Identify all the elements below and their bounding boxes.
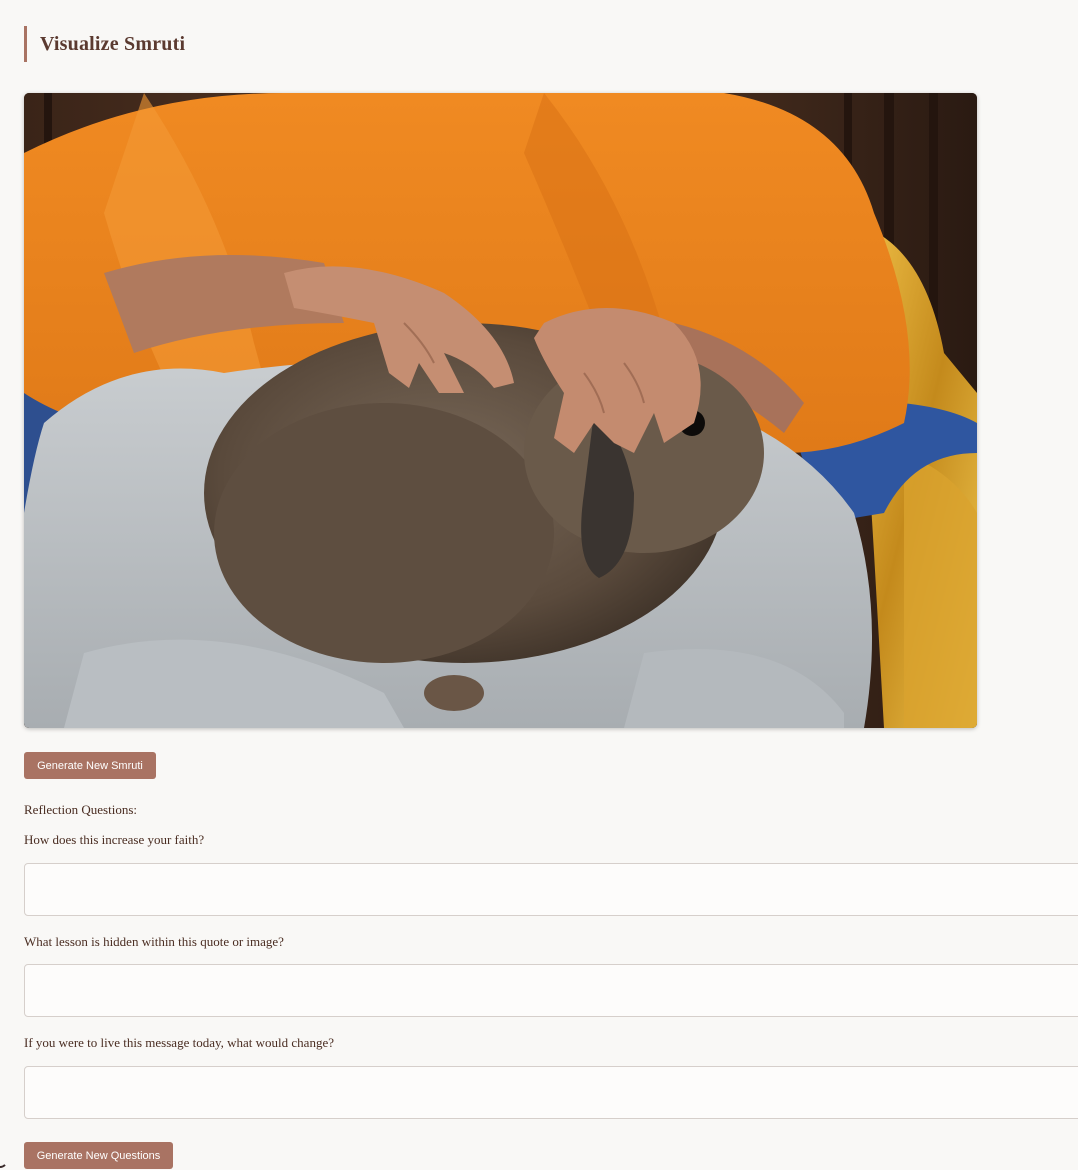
corner-curve-decoration (0, 1152, 8, 1168)
question-1-label: How does this increase your faith? (24, 832, 205, 847)
question-3-answer-field[interactable] (24, 1066, 1078, 1119)
question-2-label: What lesson is hidden within this quote … (24, 934, 284, 949)
question-1-answer-field[interactable] (24, 863, 1078, 916)
page-title-container: Visualize Smruti (24, 26, 185, 62)
generate-new-smruti-button[interactable]: Generate New Smruti (24, 752, 156, 779)
reflection-questions-heading: Reflection Questions: (24, 802, 138, 817)
smruti-image (24, 93, 977, 728)
page-title: Visualize Smruti (40, 32, 186, 55)
generate-new-questions-button[interactable]: Generate New Questions (24, 1142, 173, 1169)
question-2-answer-field[interactable] (24, 964, 1078, 1017)
smruti-photo (24, 93, 977, 728)
smruti-page: Visualize Smruti Generate New Smruti Ref… (0, 0, 1078, 1170)
question-3-label: If you were to live this message today, … (24, 1035, 334, 1050)
